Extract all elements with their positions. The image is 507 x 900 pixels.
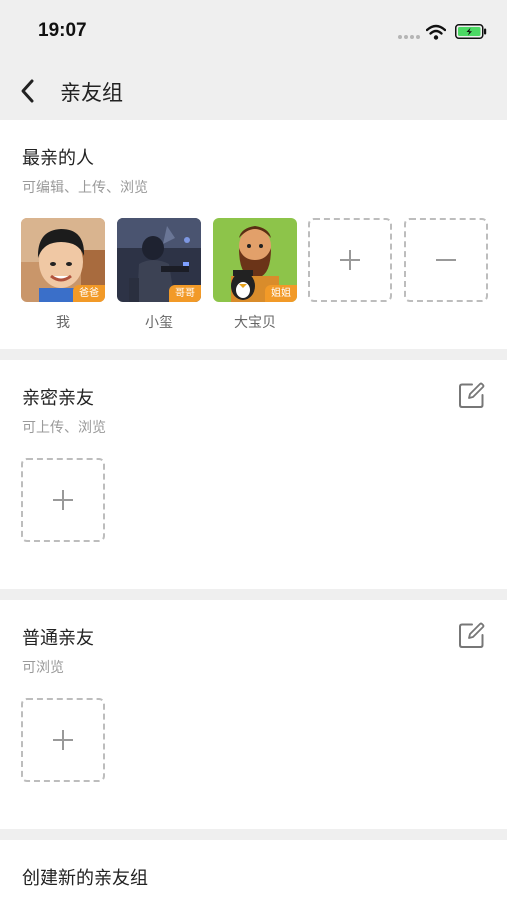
intimate-group-permission: 可上传、浏览 [22, 420, 106, 436]
add-member-button[interactable] [308, 218, 392, 302]
signal-icon [398, 35, 422, 54]
battery-icon [455, 24, 487, 39]
add-intimate-friend-button[interactable] [21, 458, 105, 542]
avatar: 爸爸 [21, 218, 105, 302]
wifi-icon [426, 24, 446, 40]
remove-member-button[interactable] [404, 218, 488, 302]
avatar: 哥哥 [117, 218, 201, 302]
normal-group-permission: 可浏览 [22, 660, 64, 676]
page-title: 亲友组 [60, 81, 123, 105]
intimate-group-title: 亲密亲友 [22, 388, 94, 409]
create-group-label: 创建新的亲友组 [22, 868, 148, 889]
minus-icon [436, 259, 456, 261]
role-tag: 哥哥 [169, 285, 201, 302]
closest-group-section: 最亲的人 可编辑、上传、浏览 爸爸 我 哥哥 小玺 姐姐 大宝贝 [0, 120, 507, 349]
intimate-group-section: 亲密亲友 可上传、浏览 [0, 360, 507, 589]
normal-group-section: 普通亲友 可浏览 [0, 600, 507, 829]
avatar: 姐姐 [213, 218, 297, 302]
edit-icon[interactable] [458, 622, 485, 649]
plus-icon [62, 730, 64, 750]
member-name: 我 [56, 315, 70, 331]
plus-icon [62, 490, 64, 510]
member-dabaobei[interactable]: 姐姐 大宝贝 [213, 218, 297, 332]
normal-group-title: 普通亲友 [22, 628, 94, 649]
closest-group-title: 最亲的人 [22, 148, 94, 169]
add-normal-friend-button[interactable] [21, 698, 105, 782]
member-name: 大宝贝 [234, 315, 276, 331]
role-tag: 姐姐 [265, 285, 297, 302]
plus-icon [349, 250, 351, 270]
back-chevron-icon[interactable] [18, 78, 38, 104]
status-bar: 19:07 [0, 0, 507, 62]
member-xiaoxi[interactable]: 哥哥 小玺 [117, 218, 201, 332]
member-name: 小玺 [145, 315, 173, 331]
role-tag: 爸爸 [73, 285, 105, 302]
status-time: 19:07 [38, 20, 87, 41]
closest-group-permission: 可编辑、上传、浏览 [22, 180, 148, 196]
nav-bar: 亲友组 [0, 62, 507, 120]
create-group-button[interactable]: 创建新的亲友组 [0, 840, 507, 900]
member-me[interactable]: 爸爸 我 [21, 218, 105, 332]
edit-icon[interactable] [458, 382, 485, 409]
